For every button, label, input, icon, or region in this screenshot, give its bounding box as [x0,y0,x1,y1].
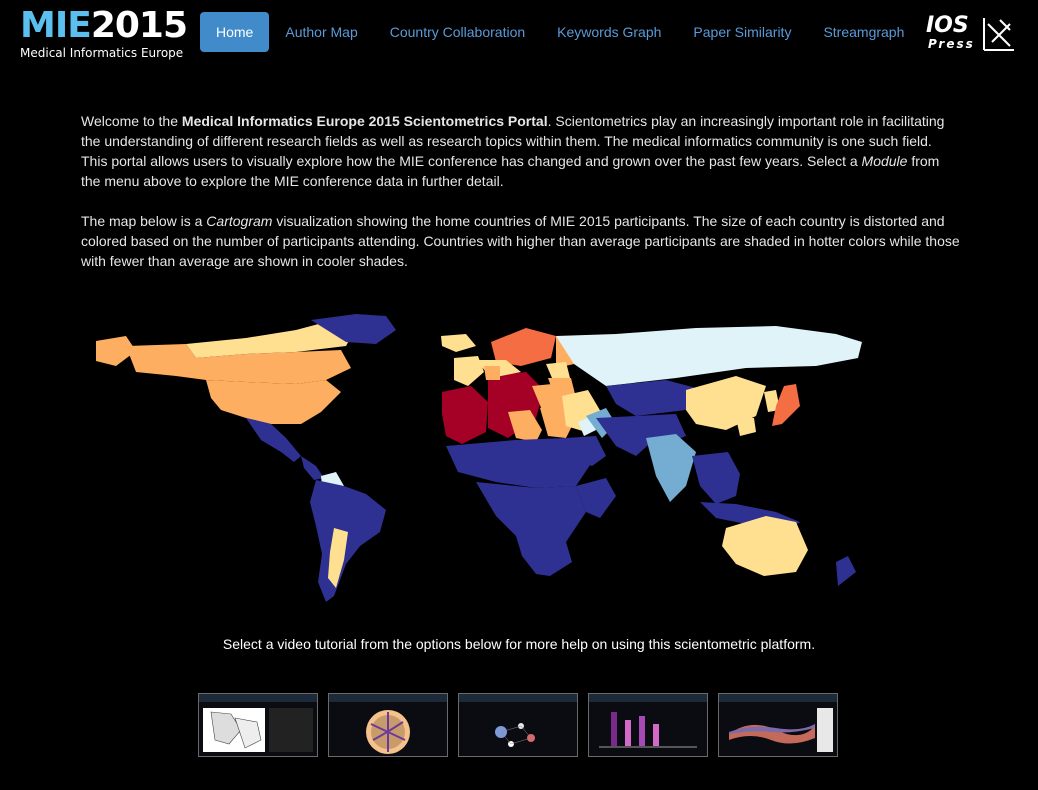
map-region-czech [546,362,570,378]
intro-paragraph-2: The map below is a Cartogram visualizati… [81,211,961,271]
thumb-header-bar [199,694,317,702]
intro-text: Welcome to the Medical Informatics Europ… [81,111,961,291]
author-map-tutorial-thumbnail[interactable] [198,693,318,757]
map-region-central-america [301,456,324,480]
map-region-iceland [441,334,476,352]
cartogram-world-map[interactable] [96,306,862,606]
nav-home[interactable]: Home [200,12,270,52]
portal-name: Medical Informatics Europe 2015 Scientom… [181,113,548,129]
cartogram-word: Cartogram [206,213,273,229]
intro-p2-a: The map below is a [81,213,207,229]
map-region-india [646,434,696,502]
nav-streamgraph[interactable]: Streamgraph [807,12,920,52]
ios-press-emblem-icon [983,18,1014,51]
map-region-russia [556,326,862,386]
country-collaboration-tutorial-thumbnail[interactable] [328,693,448,757]
tutorial-instructions: Select a video tutorial from the options… [222,636,816,652]
thumb-header-bar [329,694,447,702]
ios-press-line2: Press [928,37,975,51]
chord-diagram-preview [366,710,410,754]
ios-press-logo[interactable]: IOS Press [926,14,1022,58]
map-region-usa [206,380,341,424]
map-region-netherlands [484,366,500,380]
nav-author-map[interactable]: Author Map [269,12,373,52]
logo-year: 2015 [90,5,188,46]
thumb-header-bar [589,694,707,702]
logo-prefix: MIE [20,5,92,46]
map-region-taiwan [736,418,756,436]
intro-paragraph-1: Welcome to the Medical Informatics Europ… [81,111,961,191]
nav-paper-similarity[interactable]: Paper Similarity [677,12,807,52]
author-map-preview [203,708,313,752]
map-region-kazakhstan [606,380,696,416]
streamgraph-preview [729,708,833,752]
map-region-south-africa [516,536,572,576]
map-region-france-spain [442,386,488,444]
map-region-australia [722,516,808,576]
nav-country-collaboration[interactable]: Country Collaboration [374,12,541,52]
map-region-mexico [246,418,301,462]
similarity-bars-preview [599,712,697,748]
tutorial-thumbnails [198,693,838,757]
logo-subtitle: Medical Informatics Europe [20,46,184,60]
ios-press-line1: IOS [926,13,969,38]
mie2015-logo[interactable]: MIE2015 Medical Informatics Europe [20,5,188,64]
intro-p1-a: Welcome to the [81,113,182,129]
ios-press-text: IOS Press [926,13,975,51]
keyword-network-preview [495,723,535,747]
nav-keywords-graph[interactable]: Keywords Graph [541,12,677,52]
thumb-header-bar [459,694,577,702]
thumb-header-bar [719,694,837,702]
logo-title: MIE2015 [20,5,188,46]
paper-similarity-tutorial-thumbnail[interactable] [588,693,708,757]
streamgraph-tutorial-thumbnail[interactable] [718,693,838,757]
map-region-new-zealand [836,556,856,586]
map-region-southeast-asia [692,452,740,504]
main-nav: Home Author Map Country Collaboration Ke… [200,12,920,52]
module-word: Module [861,153,908,169]
keywords-graph-tutorial-thumbnail[interactable] [458,693,578,757]
